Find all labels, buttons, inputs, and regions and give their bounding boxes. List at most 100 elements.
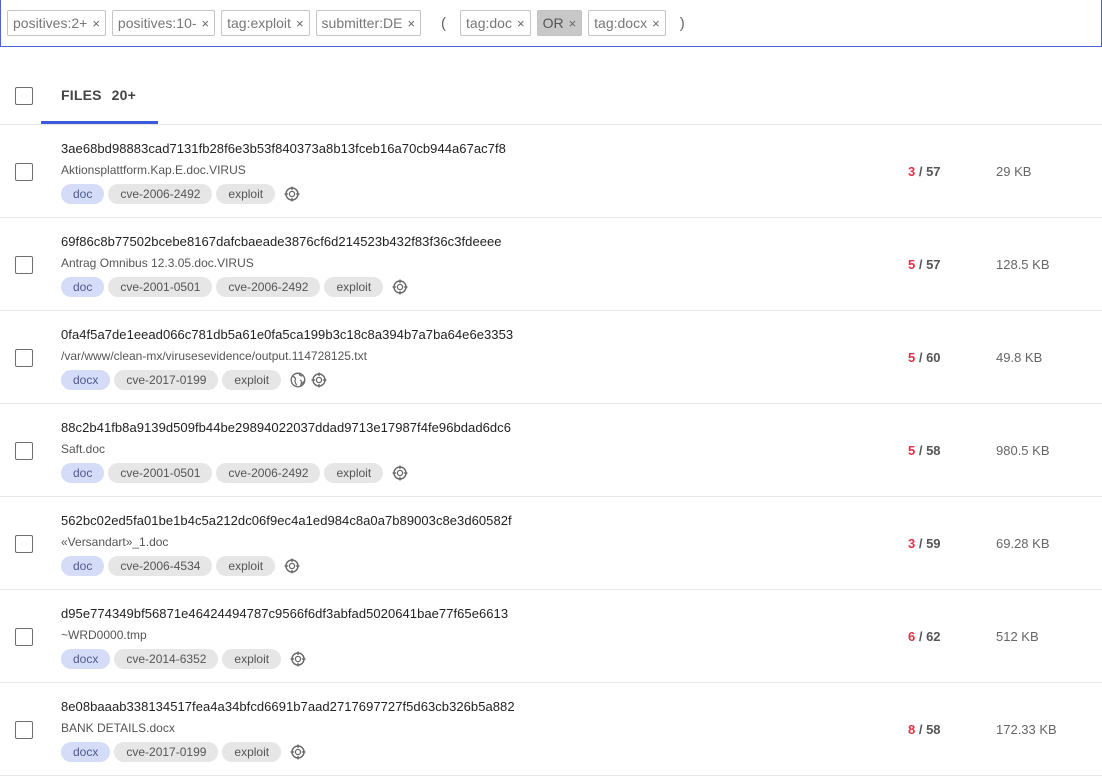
file-name: Saft.doc: [61, 442, 106, 456]
file-hash-link[interactable]: 69f86c8b77502bcebe8167dafcbaeade3876cf6d…: [61, 234, 502, 249]
file-hash-link[interactable]: 8e08baaab338134517fea4a34bfcd6691b7aad27…: [61, 699, 515, 714]
file-hash-link[interactable]: 88c2b41fb8a9139d509fb44be29894022037ddad…: [61, 420, 511, 435]
filter-chip[interactable]: tag:exploit ×: [221, 10, 310, 36]
detection-ratio: 3 / 57: [908, 164, 941, 179]
tag-chip[interactable]: exploit: [222, 649, 282, 669]
tag-chip[interactable]: exploit: [222, 742, 282, 762]
filter-chip[interactable]: positives:2+ ×: [7, 10, 106, 36]
file-hash-link[interactable]: 562bc02ed5fa01be1b4c5a212dc06f9ec4a1ed98…: [61, 513, 512, 528]
remove-chip-icon[interactable]: ×: [92, 16, 100, 31]
detection-total: / 59: [915, 536, 941, 551]
file-size: 128.5 KB: [996, 257, 1050, 272]
crosshair-icon: [392, 465, 408, 481]
file-size: 29 KB: [996, 164, 1032, 179]
row-checkbox[interactable]: [15, 628, 33, 646]
file-row[interactable]: 69f86c8b77502bcebe8167dafcbaeade3876cf6d…: [0, 218, 1102, 311]
tag-list: docx cve-2014-6352 exploit: [61, 649, 306, 669]
tag-chip[interactable]: exploit: [222, 370, 282, 390]
row-checkbox[interactable]: [15, 535, 33, 553]
file-row[interactable]: 0fa4f5a7de1eead066c781db5a61e0fa5ca199b3…: [0, 311, 1102, 404]
detection-total: / 58: [915, 722, 941, 737]
crosshair-icon: [284, 186, 300, 202]
file-type-tag[interactable]: docx: [61, 742, 111, 762]
tag-chip[interactable]: cve-2006-4534: [108, 556, 213, 576]
file-name: «Versandart»_1.doc: [61, 535, 169, 549]
file-list: 3ae68bd98883cad7131fb28f6e3b53f840373a8b…: [0, 125, 1102, 776]
tag-chip[interactable]: cve-2017-0199: [114, 742, 219, 762]
file-row[interactable]: 88c2b41fb8a9139d509fb44be29894022037ddad…: [0, 404, 1102, 497]
filter-chip[interactable]: tag:docx ×: [588, 10, 666, 36]
file-row[interactable]: 8e08baaab338134517fea4a34bfcd6691b7aad27…: [0, 683, 1102, 776]
detection-ratio: 5 / 58: [908, 443, 941, 458]
files-header: FILES 20+: [0, 47, 1102, 125]
remove-chip-icon[interactable]: ×: [517, 16, 525, 31]
detection-ratio: 5 / 60: [908, 350, 941, 365]
tag-chip[interactable]: cve-2001-0501: [108, 463, 213, 483]
file-row[interactable]: d95e774349bf56871e46424494787c9566f6df3a…: [0, 590, 1102, 683]
detection-ratio: 6 / 62: [908, 629, 941, 644]
crosshair-icon: [392, 279, 408, 295]
row-checkbox[interactable]: [15, 721, 33, 739]
filter-chip-label: positives:2+: [13, 15, 88, 31]
file-name: BANK DETAILS.docx: [61, 721, 175, 735]
file-name: Antrag Omnibus 12.3.05.doc.VIRUS: [61, 256, 254, 270]
file-type-tag[interactable]: doc: [61, 277, 105, 297]
tag-chip[interactable]: cve-2001-0501: [108, 277, 213, 297]
remove-chip-icon[interactable]: ×: [296, 16, 304, 31]
detection-total: / 60: [915, 350, 941, 365]
remove-chip-icon[interactable]: ×: [652, 16, 660, 31]
tab-files[interactable]: FILES 20+: [41, 47, 158, 124]
file-hash-link[interactable]: d95e774349bf56871e46424494787c9566f6df3a…: [61, 606, 508, 621]
tag-chip[interactable]: cve-2006-2492: [108, 184, 213, 204]
row-checkbox[interactable]: [15, 442, 33, 460]
filter-chip-label: tag:exploit: [227, 15, 291, 31]
file-type-tag[interactable]: doc: [61, 556, 105, 576]
file-size: 980.5 KB: [996, 443, 1050, 458]
remove-chip-icon[interactable]: ×: [407, 16, 415, 31]
tag-chip[interactable]: cve-2006-2492: [216, 463, 321, 483]
search-bar[interactable]: positives:2+ × positives:10- × tag:exploit × s…: [0, 0, 1102, 47]
tag-chip[interactable]: exploit: [324, 463, 384, 483]
row-checkbox[interactable]: [15, 163, 33, 181]
tag-list: docx cve-2017-0199 exploit: [61, 370, 327, 390]
tag-chip[interactable]: cve-2006-2492: [216, 277, 321, 297]
filter-chip-label: positives:10-: [117, 15, 197, 31]
filter-chip[interactable]: positives:10- ×: [111, 10, 216, 36]
tag-chip[interactable]: exploit: [324, 277, 384, 297]
file-row[interactable]: 3ae68bd98883cad7131fb28f6e3b53f840373a8b…: [0, 125, 1102, 218]
tag-chip[interactable]: exploit: [216, 556, 276, 576]
file-type-tag[interactable]: docx: [61, 370, 111, 390]
crosshair-icon: [290, 651, 306, 667]
tag-chip[interactable]: cve-2014-6352: [114, 649, 219, 669]
file-type-tag[interactable]: doc: [61, 463, 105, 483]
tag-list: doc cve-2006-2492 exploit: [61, 184, 300, 204]
tag-list: doc cve-2006-4534 exploit: [61, 556, 300, 576]
remove-chip-icon[interactable]: ×: [569, 16, 577, 31]
row-checkbox[interactable]: [15, 349, 33, 367]
crosshair-icon: [290, 744, 306, 760]
select-all-checkbox[interactable]: [15, 87, 33, 105]
tag-chip[interactable]: cve-2017-0199: [114, 370, 219, 390]
file-type-tag[interactable]: docx: [61, 649, 111, 669]
file-hash-link[interactable]: 0fa4f5a7de1eead066c781db5a61e0fa5ca199b3…: [61, 327, 513, 342]
file-hash-link[interactable]: 3ae68bd98883cad7131fb28f6e3b53f840373a8b…: [61, 141, 506, 156]
remove-chip-icon[interactable]: ×: [202, 16, 210, 31]
row-checkbox[interactable]: [15, 256, 33, 274]
crosshair-icon: [311, 372, 327, 388]
tag-list: doc cve-2001-0501 cve-2006-2492 exploit: [61, 463, 408, 483]
filter-chip[interactable]: tag:doc ×: [460, 10, 531, 36]
file-name: Aktionsplattform.Kap.E.doc.VIRUS: [61, 163, 246, 177]
detection-total: / 62: [915, 629, 941, 644]
open-paren: (: [441, 14, 447, 32]
file-type-tag[interactable]: doc: [61, 184, 105, 204]
detection-ratio: 3 / 59: [908, 536, 941, 551]
tag-list: docx cve-2017-0199 exploit: [61, 742, 306, 762]
tab-files-label: FILES: [61, 87, 102, 103]
detection-ratio: 5 / 57: [908, 257, 941, 272]
file-row[interactable]: 562bc02ed5fa01be1b4c5a212dc06f9ec4a1ed98…: [0, 497, 1102, 590]
tag-chip[interactable]: exploit: [216, 184, 276, 204]
operator-chip[interactable]: OR ×: [536, 10, 583, 36]
close-paren: ): [679, 14, 685, 32]
filter-chip-label: tag:docx: [594, 15, 648, 31]
filter-chip[interactable]: submitter:DE ×: [315, 10, 422, 36]
